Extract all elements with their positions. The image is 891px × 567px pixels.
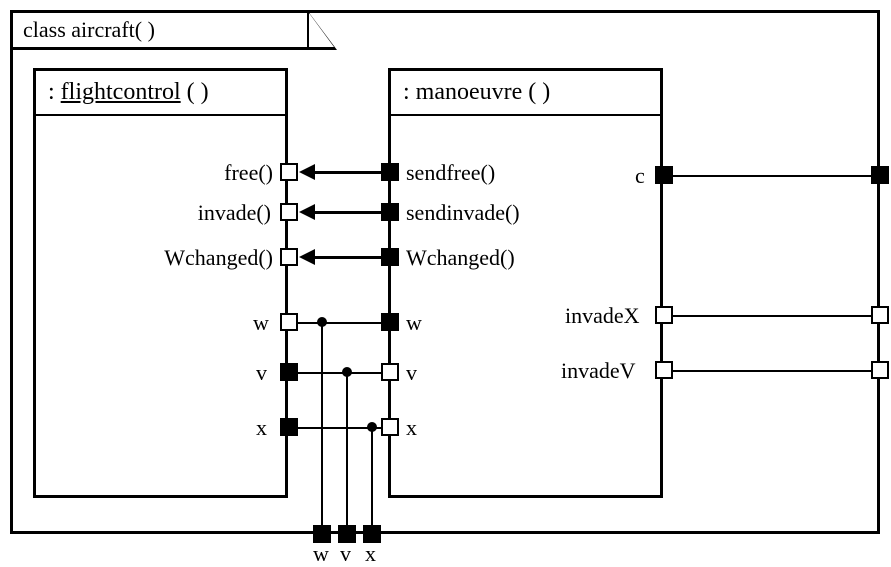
class-title-tab: class aircraft( ): [10, 10, 310, 50]
port-v-mn: [381, 363, 399, 381]
conn-w-h: [298, 322, 381, 324]
flightcontrol-header: : flightcontrol ( ): [36, 71, 285, 116]
label-invade: invade(): [176, 200, 271, 226]
port-c-mn: [655, 166, 673, 184]
flightcontrol-header-text: : flightcontrol ( ): [48, 79, 209, 105]
label-w-outer: w: [313, 541, 329, 567]
port-v-fc: [280, 363, 298, 381]
tab-corner: [307, 10, 337, 50]
port-c-outer: [871, 166, 889, 184]
port-invadex-outer: [871, 306, 889, 324]
conn-invadev: [673, 370, 871, 372]
port-x-mn: [381, 418, 399, 436]
port-sendfree: [381, 163, 399, 181]
arrow-invade-head: [299, 204, 315, 220]
port-wchanged-fc: [280, 248, 298, 266]
port-invade: [280, 203, 298, 221]
manoeuvre-header: : manoeuvre ( ): [391, 71, 660, 116]
label-w-mn: w: [406, 310, 422, 336]
label-v-fc: v: [256, 360, 267, 386]
label-invadex-mn: invadeX: [565, 303, 640, 329]
conn-invadex: [673, 315, 871, 317]
label-x-mn: x: [406, 415, 417, 441]
label-wchanged-mn: Wchanged(): [406, 245, 515, 271]
port-invadev-mn: [655, 361, 673, 379]
label-x-outer: x: [365, 541, 376, 567]
port-wchanged-mn: [381, 248, 399, 266]
arrow-free-head: [299, 164, 315, 180]
label-c-mn: c: [635, 163, 645, 189]
label-free: free(): [208, 160, 273, 186]
port-w-mn: [381, 313, 399, 331]
flightcontrol-box: : flightcontrol ( ): [33, 68, 288, 498]
label-sendinvade: sendinvade(): [406, 200, 520, 226]
port-x-fc: [280, 418, 298, 436]
port-invadex-mn: [655, 306, 673, 324]
manoeuvre-box: : manoeuvre ( ): [388, 68, 663, 498]
conn-v-v: [346, 373, 348, 530]
port-invadev-outer: [871, 361, 889, 379]
port-w-fc: [280, 313, 298, 331]
conn-x-v: [371, 428, 373, 530]
label-wchanged-fc: Wchanged(): [133, 245, 273, 271]
label-w-fc: w: [253, 310, 269, 336]
label-sendfree: sendfree(): [406, 160, 495, 186]
class-title: class aircraft( ): [23, 17, 155, 42]
label-invadev-mn: invadeV: [561, 358, 636, 384]
conn-c: [673, 175, 871, 177]
port-free: [280, 163, 298, 181]
manoeuvre-header-text: : manoeuvre ( ): [403, 79, 550, 105]
label-v-mn: v: [406, 360, 417, 386]
arrow-wchanged-head: [299, 249, 315, 265]
class-aircraft-box: class aircraft( ) : flightcontrol ( ) : …: [10, 10, 880, 534]
conn-v-h: [298, 372, 381, 374]
port-sendinvade: [381, 203, 399, 221]
label-v-outer: v: [340, 541, 351, 567]
label-x-fc: x: [256, 415, 267, 441]
